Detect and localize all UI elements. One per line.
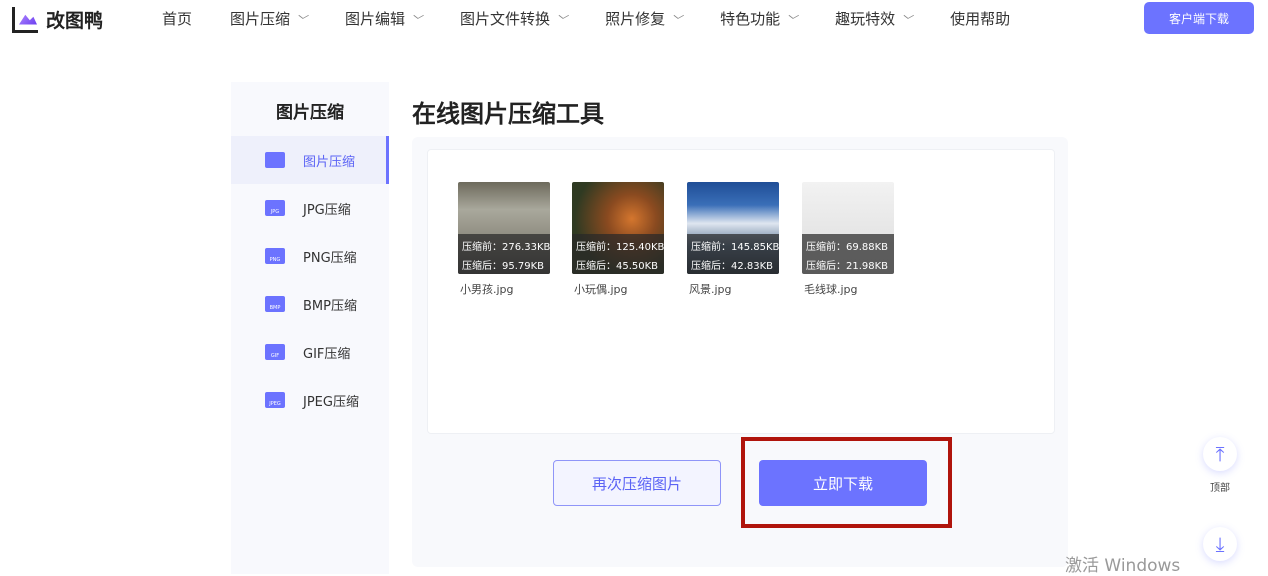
chevron-down-icon: ﹀: [671, 14, 683, 27]
gif-file-icon: GIF: [265, 344, 285, 360]
page-title: 在线图片压缩工具: [412, 100, 604, 128]
jpeg-file-icon: JPEG: [265, 392, 285, 408]
nav-features[interactable]: 特色功能 ﹀: [720, 8, 797, 29]
download-float-button[interactable]: ⤓: [1203, 527, 1237, 561]
highlight-box: [741, 437, 952, 528]
jpg-file-icon: JPG: [265, 200, 285, 216]
compress-again-button[interactable]: 再次压缩图片: [553, 460, 721, 506]
sidebar-item-jpg[interactable]: JPG JPG压缩: [231, 184, 389, 232]
nav-compress[interactable]: 图片压缩 ﹀: [230, 8, 307, 29]
png-file-icon: PNG: [265, 248, 285, 264]
nav-convert[interactable]: 图片文件转换 ﹀: [460, 8, 567, 29]
image-icon: [265, 152, 285, 168]
chevron-down-icon: ﹀: [786, 14, 798, 27]
nav-help[interactable]: 使用帮助: [950, 8, 1010, 29]
logo[interactable]: 改图鸭: [12, 6, 103, 33]
sidebar-item-gif[interactable]: GIF GIF压缩: [231, 328, 389, 376]
file-thumbnail[interactable]: 压缩前：69.88KB 压缩后：21.98KB: [802, 182, 894, 274]
chevron-down-icon: ﹀: [556, 14, 568, 27]
sidebar-item-image-compress[interactable]: 图片压缩: [231, 136, 389, 184]
nav-edit[interactable]: 图片编辑 ﹀: [345, 8, 422, 29]
file-name: 小玩偶.jpg: [574, 283, 628, 296]
sidebar: 图片压缩 图片压缩 JPG JPG压缩 PNG PNG压缩 BMP BMP压缩 GIF…: [231, 82, 389, 574]
sidebar-item-jpeg[interactable]: JPEG JPEG压缩: [231, 376, 389, 424]
file-thumbnail[interactable]: 压缩前：276.33KB 压缩后：95.79KB: [458, 182, 550, 274]
bmp-file-icon: BMP: [265, 296, 285, 312]
arrow-up-icon: ⤒: [1203, 437, 1237, 471]
chevron-down-icon: ﹀: [411, 14, 423, 27]
sidebar-item-png[interactable]: PNG PNG压缩: [231, 232, 389, 280]
windows-watermark: 激活 Windows: [1065, 556, 1181, 576]
file-name: 小男孩.jpg: [460, 283, 514, 296]
nav-repair[interactable]: 照片修复 ﹀: [605, 8, 682, 29]
nav-home[interactable]: 首页: [162, 8, 192, 29]
client-download-button[interactable]: 客户端下载: [1144, 2, 1254, 34]
top-nav: 首页 图片压缩 ﹀ 图片编辑 ﹀ 图片文件转换 ﹀ 照片修复 ﹀ 特色功能 ﹀ 趣玩特效 ﹀…: [162, 8, 1048, 29]
file-name: 毛线球.jpg: [804, 283, 858, 296]
download-icon: ⤓: [1203, 527, 1237, 561]
file-name: 风景.jpg: [689, 283, 732, 296]
sidebar-item-bmp[interactable]: BMP BMP压缩: [231, 280, 389, 328]
sidebar-title: 图片压缩: [276, 103, 344, 123]
file-thumbnail[interactable]: 压缩前：125.40KB 压缩后：45.50KB: [572, 182, 664, 274]
nav-effects[interactable]: 趣玩特效 ﹀: [835, 8, 912, 29]
back-to-top-button[interactable]: ⤒ 顶部: [1203, 437, 1237, 494]
file-thumbnail[interactable]: 压缩前：145.85KB 压缩后：42.83KB: [687, 182, 779, 274]
logo-icon: [12, 6, 38, 33]
chevron-down-icon: ﹀: [901, 14, 913, 27]
chevron-down-icon: ﹀: [296, 14, 308, 27]
